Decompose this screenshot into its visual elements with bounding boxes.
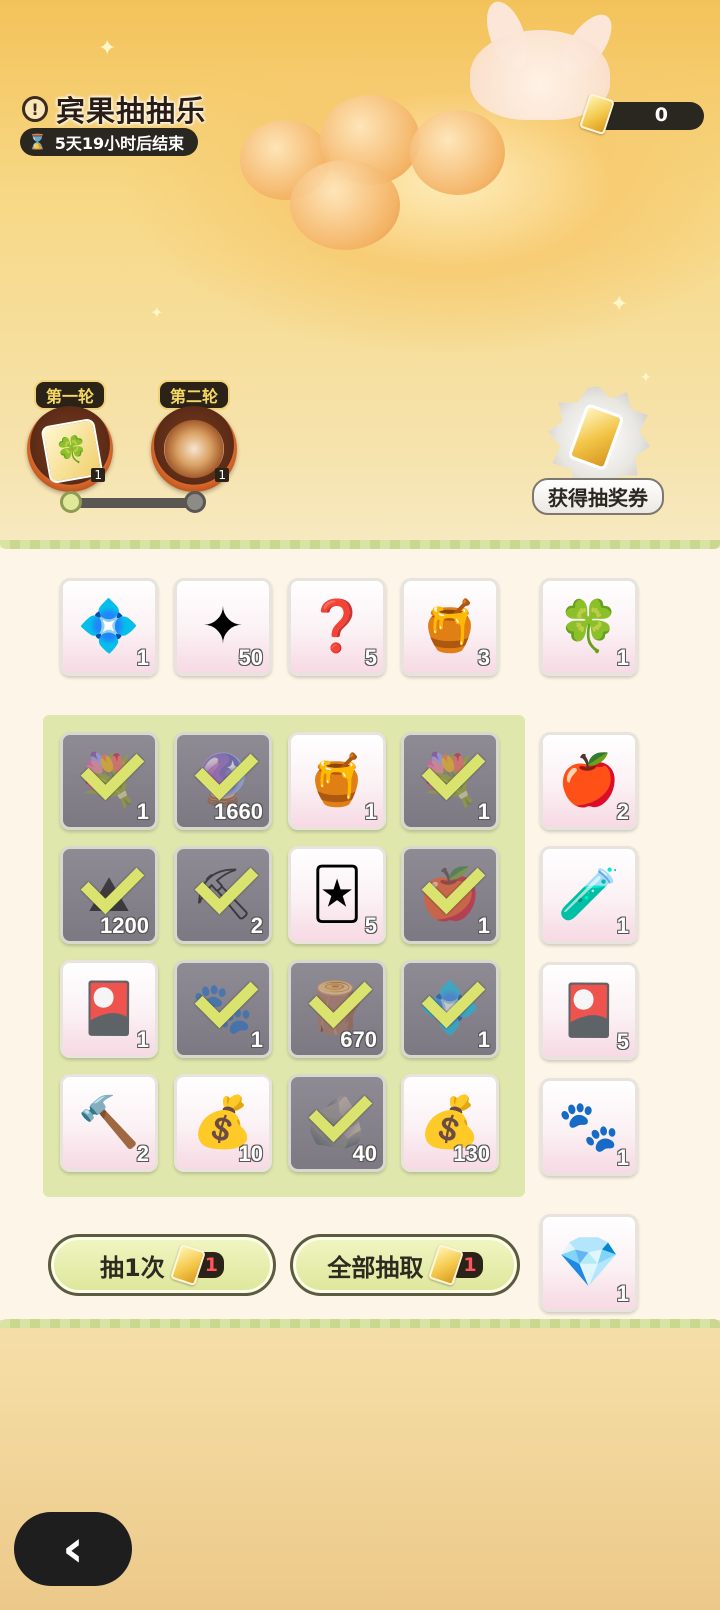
round-second[interactable]: 第二轮 1 [146, 380, 242, 492]
ticket-balance: 0 [579, 92, 704, 136]
reward-quantity: 1 [136, 1027, 149, 1052]
sparkle-icon: ✦ [610, 292, 629, 317]
bingo-grid-tile[interactable]: 💐 1 [60, 732, 158, 830]
lottery-ticket-icon [567, 402, 625, 472]
bingo-grid-tile[interactable]: 🔨 2 [60, 1074, 158, 1172]
bingo-grid-tile[interactable]: 💰 130 [401, 1074, 499, 1172]
reward-quantity: 1 [477, 799, 490, 824]
bingo-grid-tile[interactable]: 🍎 1 [401, 846, 499, 944]
top-row-reward-tile[interactable]: 💠 1 [60, 578, 158, 676]
round-reward-count: 1 [215, 468, 229, 482]
get-ticket-button[interactable]: 获得抽奖券 [520, 386, 676, 515]
bingo-grid-tile[interactable]: 💰 10 [174, 1074, 272, 1172]
reward-quantity: 10 [238, 1141, 263, 1166]
reward-quantity: 50 [238, 645, 263, 670]
side-column-reward-tile[interactable]: 🧪 1 [540, 846, 638, 944]
reward-quantity: 670 [340, 1027, 377, 1052]
chevron-left-icon: ‹ [62, 1519, 84, 1579]
sparkle-icon: ✦ [640, 370, 652, 386]
bingo-grid-tile[interactable]: 🪵 670 [288, 960, 386, 1058]
reward-quantity: 2 [616, 799, 629, 824]
round-reward-count: 1 [91, 468, 105, 482]
round-progress-track [70, 498, 196, 508]
reward-quantity: 1 [616, 1281, 629, 1306]
bingo-grid-tile[interactable]: 🍯 1 [288, 732, 386, 830]
reward-quantity: 3 [477, 645, 490, 670]
bingo-grid-tile[interactable]: 🎴 1 [60, 960, 158, 1058]
reward-quantity: 1 [136, 645, 149, 670]
reward-quantity: 1 [616, 1145, 629, 1170]
reward-quantity: 1 [477, 1027, 490, 1052]
draw-all-button[interactable]: 全部抽取 1 [290, 1234, 520, 1296]
reward-quantity: 5 [616, 1029, 629, 1054]
round-reward: 🍀 1 [27, 406, 113, 492]
round-first[interactable]: 第一轮 🍀 1 [22, 380, 118, 492]
side-column-reward-tile[interactable]: 🎴 5 [540, 962, 638, 1060]
reward-quantity: 130 [453, 1141, 490, 1166]
reward-quantity: 1 [616, 913, 629, 938]
draw-once-button[interactable]: 抽1次 1 [48, 1234, 276, 1296]
sparkle-icon: ✦ [98, 36, 117, 61]
draw-all-label: 全部抽取 [327, 1253, 424, 1282]
reward-quantity: 40 [352, 1141, 377, 1166]
round-progress-dot-first [60, 491, 82, 513]
side-column-reward-tile[interactable]: 💎 1 [540, 1214, 638, 1312]
draw-cost: 1 [169, 1243, 224, 1287]
reward-quantity: 1 [616, 645, 629, 670]
bingo-grid-tile[interactable]: 💐 1 [401, 732, 499, 830]
round-reward: 1 [151, 406, 237, 492]
sparkle-icon: ✦ [150, 303, 164, 322]
bingo-grid-tile[interactable]: 💠 1 [401, 960, 499, 1058]
top-row-reward-tile[interactable]: ✦ 50 [174, 578, 272, 676]
hourglass-icon: ⌛ [28, 133, 47, 151]
fruit-decoration [290, 160, 400, 250]
draw-once-label: 抽1次 [100, 1253, 165, 1282]
lottery-ticket-icon [169, 1243, 206, 1287]
draw-cost: 1 [428, 1243, 483, 1287]
reward-quantity: 5 [364, 913, 377, 938]
bingo-grid-tile[interactable]: ⛰ 1200 [60, 846, 158, 944]
fruit-decoration [410, 110, 505, 195]
page-title: 宾果抽抽乐 [56, 94, 207, 128]
bingo-grid-tile[interactable]: ⛏ 2 [174, 846, 272, 944]
top-row-reward-tile[interactable]: 🍯 3 [401, 578, 499, 676]
reward-quantity: 2 [250, 913, 263, 938]
reward-quantity: 1200 [100, 913, 149, 938]
side-column-reward-tile[interactable]: 🍀 1 [540, 578, 638, 676]
bingo-grid-tile[interactable]: 🔮 1660 [174, 732, 272, 830]
lottery-ticket-icon [428, 1243, 465, 1287]
ticket-badge-icon [548, 386, 650, 490]
timer-text: 5天19小时后结束 [54, 134, 185, 153]
event-title-row: ! 宾果抽抽乐 [22, 88, 206, 130]
info-alert-icon[interactable]: ! [22, 96, 48, 122]
side-column-reward-tile[interactable]: 🐾 1 [540, 1078, 638, 1176]
ticket-balance-value: 0 [654, 104, 668, 126]
reward-quantity: 1 [477, 913, 490, 938]
reward-quantity: 5 [364, 645, 377, 670]
reward-quantity: 1 [250, 1027, 263, 1052]
side-column-reward-tile[interactable]: 🍎 2 [540, 732, 638, 830]
bingo-grid-tile[interactable]: 🪨 40 [288, 1074, 386, 1172]
reward-quantity: 2 [136, 1141, 149, 1166]
reward-quantity: 1 [136, 799, 149, 824]
get-ticket-label: 获得抽奖券 [532, 478, 664, 515]
bingo-grid-tile[interactable]: 🐾 1 [174, 960, 272, 1058]
bingo-grid-tile[interactable]: 🃏 5 [288, 846, 386, 944]
back-button[interactable]: ‹ [14, 1512, 132, 1586]
event-timer: ⌛ 5天19小时后结束 [20, 128, 199, 156]
round-progress-dot-second [184, 491, 206, 513]
reward-quantity: 1660 [214, 799, 263, 824]
top-row-reward-tile[interactable]: ❓ 5 [288, 578, 386, 676]
reward-quantity: 1 [364, 799, 377, 824]
